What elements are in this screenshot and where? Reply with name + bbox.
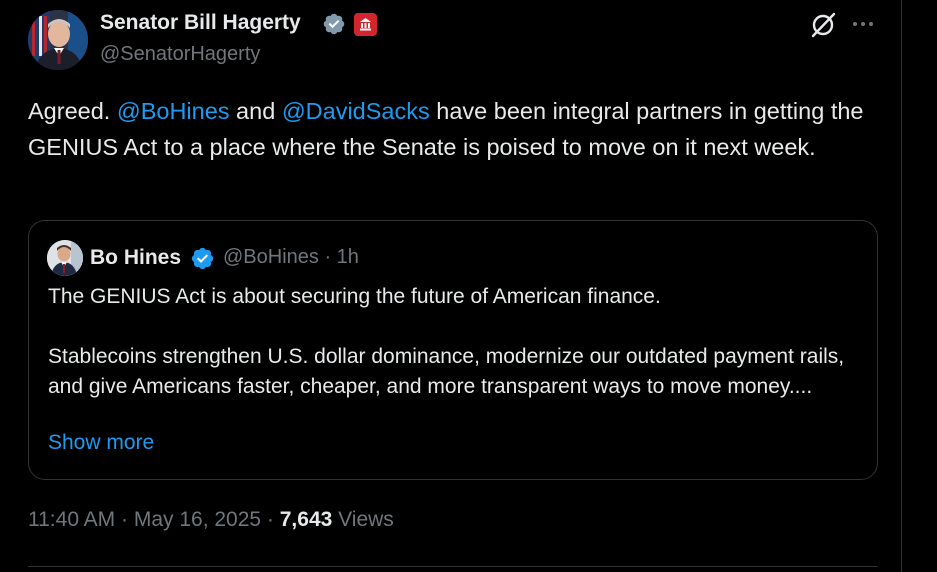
tweet-timestamp[interactable]: 11:40 AM · May 16, 2025 ·	[28, 508, 280, 531]
verified-icon	[323, 13, 345, 35]
author-name[interactable]: Senator Bill Hagerty	[100, 11, 301, 35]
quoted-tweet-paragraph: Stablecoins strengthen U.S. dollar domin…	[48, 345, 845, 398]
tweet-text-part: and	[229, 98, 282, 124]
tweet-meta: 11:40 AM · May 16, 2025 · 7,643 Views	[28, 508, 394, 532]
author-handle[interactable]: @SenatorHagerty	[100, 43, 260, 66]
quoted-tweet-paragraph: The GENIUS Act is about securing the fut…	[48, 285, 661, 308]
quoted-tweet-card[interactable]: Bo Hines @BoHines · 1h The GENIUS Act is…	[28, 220, 878, 480]
views-count: 7,643	[279, 508, 333, 531]
show-more-link[interactable]: Show more	[48, 431, 154, 455]
views-label: Views	[332, 508, 394, 531]
quoted-author-meta: @BoHines · 1h	[223, 246, 359, 268]
government-label-icon	[354, 13, 377, 36]
quoted-author-name[interactable]: Bo Hines	[90, 246, 181, 270]
section-divider	[28, 566, 878, 567]
quoted-verified-icon	[191, 247, 214, 270]
tweet-text: Agreed. @BoHines and @DavidSacks have be…	[28, 93, 898, 165]
author-avatar-image	[28, 10, 88, 70]
grok-icon[interactable]	[808, 10, 838, 40]
quoted-author-avatar-image	[47, 240, 83, 276]
quoted-author-avatar[interactable]	[47, 240, 83, 276]
quoted-tweet-text: The GENIUS Act is about securing the fut…	[48, 282, 863, 402]
mention-link-davidsacks[interactable]: @DavidSacks	[282, 98, 430, 124]
more-options-icon[interactable]	[846, 10, 880, 38]
author-avatar[interactable]	[28, 10, 88, 70]
tweet-text-part: Agreed.	[28, 98, 117, 124]
column-divider	[901, 0, 902, 572]
mention-link-bohines[interactable]: @BoHines	[117, 98, 230, 124]
